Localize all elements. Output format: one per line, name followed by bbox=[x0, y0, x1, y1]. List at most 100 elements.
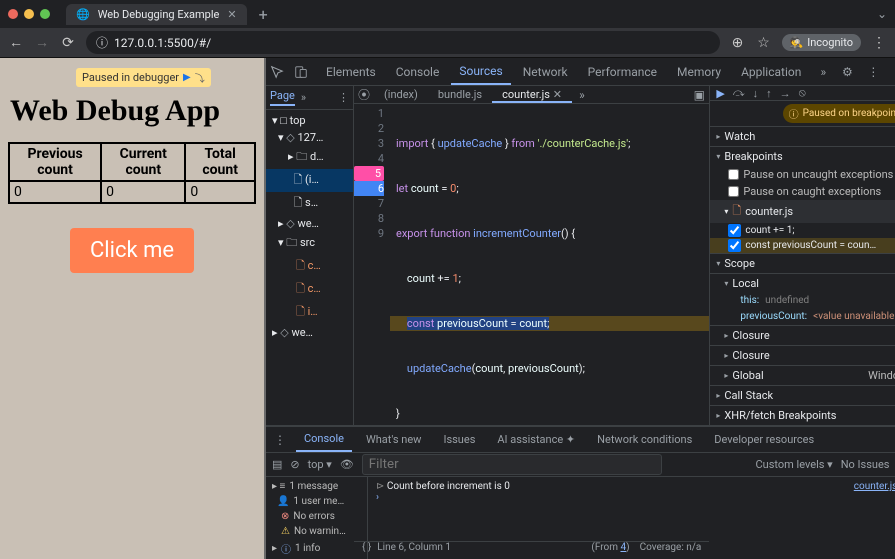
file-nav-icon[interactable]: ⦿ bbox=[354, 86, 374, 103]
debugger-pane: ▶ ⤼ ↓ ↑ → ⦸ ⓘ Paused on breakpoint ▸Watc… bbox=[709, 86, 895, 425]
reload-button[interactable]: ⟳ bbox=[60, 35, 76, 51]
step-into-button[interactable]: ↓ bbox=[753, 87, 759, 100]
file-tab-index[interactable]: (index) bbox=[374, 86, 428, 103]
click-me-button[interactable]: Click me bbox=[70, 228, 194, 273]
back-button[interactable]: ← bbox=[8, 34, 24, 51]
more-files-icon[interactable]: » bbox=[572, 88, 592, 102]
td-total: 0 bbox=[185, 181, 255, 203]
drawer-tab-console[interactable]: Console bbox=[296, 427, 352, 452]
step-out-button[interactable]: ↑ bbox=[766, 87, 772, 100]
breakpoints-section[interactable]: ▾Breakpoints bbox=[710, 146, 895, 166]
log-source-link[interactable]: counter.js:5 bbox=[854, 481, 895, 492]
browser-menu-icon[interactable]: ⋮ bbox=[871, 35, 887, 51]
toggle-mapped-icon[interactable]: ▣ bbox=[689, 88, 709, 102]
incognito-icon: 🕵 bbox=[790, 36, 804, 49]
debugger-controls: ▶ ⤼ ↓ ↑ → ⦸ bbox=[710, 86, 895, 101]
scope-closure-2[interactable]: ▸Closure bbox=[710, 345, 895, 365]
scope-prev: previousCount: <value unavailable> bbox=[710, 309, 895, 325]
close-window-icon[interactable] bbox=[8, 9, 18, 19]
console-output[interactable]: ⊳ Count before increment is 0 counter.js… bbox=[368, 477, 895, 559]
new-tab-button[interactable]: + bbox=[255, 5, 272, 24]
drawer-menu-icon[interactable]: ⋮ bbox=[270, 433, 290, 447]
scope-section[interactable]: ▾Scope bbox=[710, 253, 895, 273]
tab-network[interactable]: Network bbox=[515, 58, 576, 85]
url-text: 127.0.0.1:5500/#/ bbox=[114, 36, 211, 50]
step-over-button[interactable]: ⤼ bbox=[733, 86, 745, 100]
context-selector[interactable]: top ▾ bbox=[308, 458, 332, 471]
close-drawer-icon[interactable]: ✕ bbox=[889, 433, 895, 447]
paused-badge: Paused in debugger ▶ ⤵ bbox=[76, 68, 211, 87]
incognito-badge[interactable]: 🕵 Incognito bbox=[782, 34, 862, 51]
bookmark-icon[interactable]: ☆ bbox=[756, 35, 772, 51]
pause-uncaught-checkbox[interactable]: Pause on uncaught exceptions bbox=[710, 166, 895, 183]
td-previous: 0 bbox=[9, 181, 101, 203]
watch-section[interactable]: ▸Watch bbox=[710, 126, 895, 146]
settings-icon[interactable]: ⚙ bbox=[837, 65, 857, 79]
maximize-window-icon[interactable] bbox=[40, 9, 50, 19]
browser-tabbar: 🌐 Web Debugging Example ✕ + ⌄ bbox=[0, 0, 895, 28]
file-tree[interactable]: ▾ □ top ▾ ◇ 127… ▸ 🗀 d… 🗋 (i… 🗋 s… ▸ ◇ w… bbox=[266, 110, 353, 425]
tab-elements[interactable]: Elements bbox=[318, 58, 384, 85]
file-tab-counter[interactable]: counter.js ✕ bbox=[492, 86, 572, 103]
deactivate-bp-button[interactable]: ⦸ bbox=[799, 86, 806, 100]
resume-icon[interactable]: ▶ bbox=[183, 72, 191, 83]
no-issues-label[interactable]: No Issues bbox=[841, 458, 890, 471]
sources-navigator: Page » ⋮ ▾ □ top ▾ ◇ 127… ▸ 🗀 d… 🗋 (i… 🗋… bbox=[266, 86, 354, 425]
th-total: Total count bbox=[185, 143, 255, 181]
devtools-tabs: Elements Console Sources Network Perform… bbox=[266, 58, 895, 86]
device-icon[interactable] bbox=[294, 65, 314, 79]
bp-line-5[interactable]: count += 1;5 bbox=[710, 223, 895, 238]
scope-closure-1[interactable]: ▸Closure bbox=[710, 325, 895, 345]
scope-global[interactable]: ▸GlobalWindow bbox=[710, 365, 895, 385]
tab-application[interactable]: Application bbox=[733, 58, 809, 85]
tab-memory[interactable]: Memory bbox=[669, 58, 729, 85]
callstack-section[interactable]: ▸Call Stack bbox=[710, 385, 895, 405]
more-nav-icon[interactable]: » bbox=[301, 91, 306, 104]
window-controls bbox=[8, 9, 50, 19]
inspect-icon[interactable] bbox=[270, 65, 290, 79]
devtools: Elements Console Sources Network Perform… bbox=[266, 58, 895, 559]
tab-console[interactable]: Console bbox=[388, 58, 448, 85]
clear-console-icon[interactable]: ⊘ bbox=[290, 458, 299, 471]
tab-performance[interactable]: Performance bbox=[580, 58, 665, 85]
url-bar: ← → ⟳ ⓘ 127.0.0.1:5500/#/ ⊕ ☆ 🕵 Incognit… bbox=[0, 28, 895, 58]
more-tabs-icon[interactable]: » bbox=[813, 65, 833, 79]
pause-caught-checkbox[interactable]: Pause on caught exceptions bbox=[710, 183, 895, 200]
nav-menu-icon[interactable]: ⋮ bbox=[338, 91, 349, 104]
tab-title: Web Debugging Example bbox=[98, 8, 220, 21]
scope-local[interactable]: ▾Local bbox=[710, 273, 895, 293]
counts-table: Previous count Current count Total count… bbox=[8, 142, 256, 204]
code-editor-pane: ⦿ (index) bundle.js counter.js ✕ » ▣ 1 2… bbox=[354, 86, 709, 425]
zoom-icon[interactable]: ⊕ bbox=[730, 35, 746, 51]
console-sidebar[interactable]: ▸ ≡ 1 message 👤 1 user me… ⊗ No errors ⚠… bbox=[266, 477, 368, 559]
step-icon[interactable]: ⤵ bbox=[195, 70, 205, 85]
log-levels-selector[interactable]: Custom levels ▾ bbox=[756, 458, 833, 471]
xhr-bp-section[interactable]: ▸XHR/fetch Breakpoints bbox=[710, 405, 895, 425]
site-info-icon[interactable]: ⓘ bbox=[96, 34, 108, 51]
tabs-menu-icon[interactable]: ⌄ bbox=[877, 7, 887, 21]
devtools-menu-icon[interactable]: ⋮ bbox=[863, 65, 883, 79]
bp-line-6[interactable]: const previousCount = coun…6 bbox=[710, 238, 895, 253]
scope-this: this: undefined bbox=[710, 293, 895, 309]
step-button[interactable]: → bbox=[780, 87, 791, 100]
console-sidebar-toggle[interactable]: ▤ bbox=[272, 458, 282, 471]
th-current: Current count bbox=[101, 143, 185, 181]
bp-file-header[interactable]: ▾ 🗋 counter.js bbox=[710, 200, 895, 223]
address-bar[interactable]: ⓘ 127.0.0.1:5500/#/ bbox=[86, 31, 720, 54]
line-gutter[interactable]: 1 2 3 4 5 6 7 8 9 bbox=[354, 104, 390, 541]
resume-button[interactable]: ▶ bbox=[716, 87, 724, 100]
paused-reason: ⓘ Paused on breakpoint bbox=[783, 104, 895, 123]
tab-sources[interactable]: Sources bbox=[451, 58, 510, 85]
browser-tab[interactable]: 🌐 Web Debugging Example ✕ bbox=[66, 4, 247, 25]
file-tab-bundle[interactable]: bundle.js bbox=[428, 86, 492, 103]
close-devtools-icon[interactable]: ✕ bbox=[889, 65, 895, 79]
minimize-window-icon[interactable] bbox=[24, 9, 34, 19]
th-previous: Previous count bbox=[9, 143, 101, 181]
drawer-tab-devres[interactable]: Developer resources bbox=[706, 427, 822, 452]
close-tab-icon[interactable]: ✕ bbox=[227, 8, 236, 21]
forward-button[interactable]: → bbox=[34, 34, 50, 51]
page-subtab[interactable]: Page bbox=[270, 89, 295, 106]
live-expr-icon[interactable]: 👁 bbox=[340, 458, 354, 471]
code-content[interactable]: import { updateCache } from './counterCa… bbox=[390, 104, 709, 541]
close-file-icon[interactable]: ✕ bbox=[553, 88, 562, 101]
